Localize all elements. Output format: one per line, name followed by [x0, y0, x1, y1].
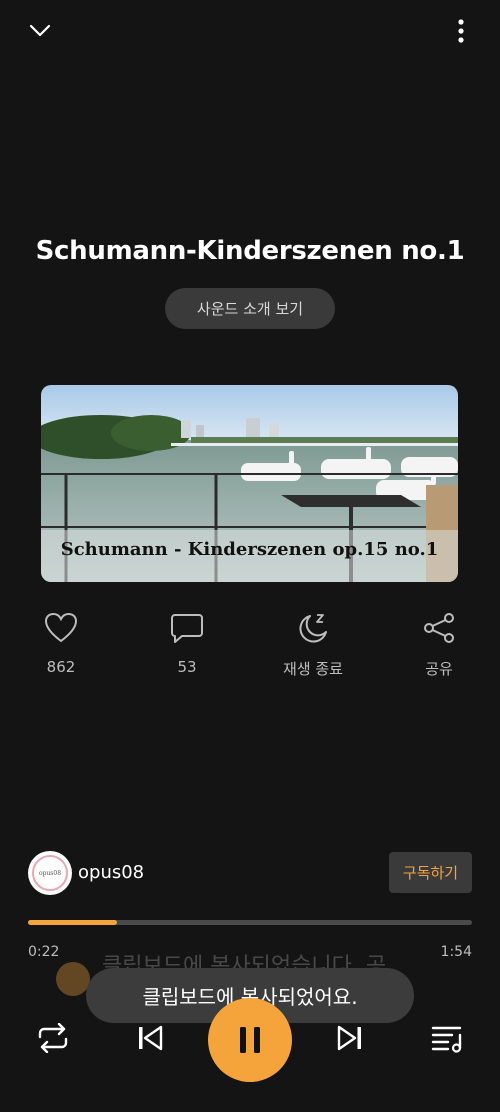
comment-button[interactable]: 53	[142, 612, 232, 676]
sound-intro-button[interactable]: 사운드 소개 보기	[165, 288, 335, 329]
sleep-timer-button[interactable]: 재생 종료	[268, 612, 358, 679]
skip-next-icon	[337, 1025, 361, 1051]
progress-bar[interactable]	[28, 920, 472, 925]
repeat-icon	[38, 1023, 68, 1053]
channel-name[interactable]: opus08	[78, 862, 144, 883]
comment-icon	[171, 614, 203, 643]
more-vertical-icon	[458, 19, 464, 43]
repeat-button[interactable]	[30, 1018, 76, 1058]
more-options-button[interactable]	[444, 12, 478, 50]
sleep-timer-icon	[299, 614, 327, 643]
chevron-down-icon	[29, 24, 51, 37]
playlist-button[interactable]	[424, 1018, 470, 1058]
sleep-timer-label: 재생 종료	[283, 660, 343, 678]
avatar-logo: opus08	[32, 855, 68, 891]
collapse-button[interactable]	[20, 14, 60, 48]
comment-count: 53	[177, 658, 197, 676]
like-count: 862	[46, 658, 76, 676]
like-button[interactable]: 862	[16, 612, 106, 676]
channel-avatar[interactable]: opus08	[28, 851, 72, 895]
cover-caption: Schumann - Kinderszenen op.15 no.1	[60, 539, 439, 560]
skip-previous-icon	[139, 1025, 163, 1051]
pause-button[interactable]	[208, 998, 292, 1082]
notification-icon	[56, 962, 90, 996]
progress-fill	[28, 920, 117, 925]
elapsed-time: 0:22	[28, 944, 60, 960]
heart-icon	[44, 612, 78, 643]
track-title: Schumann-Kinderszenen no.1	[35, 236, 465, 266]
share-button[interactable]: 공유	[394, 612, 484, 679]
next-button[interactable]	[328, 1018, 372, 1058]
share-label: 공유	[425, 660, 453, 678]
pause-icon	[240, 1027, 260, 1053]
share-icon	[424, 613, 454, 643]
previous-button[interactable]	[128, 1018, 172, 1058]
cover-art: Schumann - Kinderszenen op.15 no.1	[41, 385, 458, 582]
subscribe-button[interactable]: 구독하기	[389, 852, 472, 893]
playlist-icon	[431, 1026, 462, 1053]
